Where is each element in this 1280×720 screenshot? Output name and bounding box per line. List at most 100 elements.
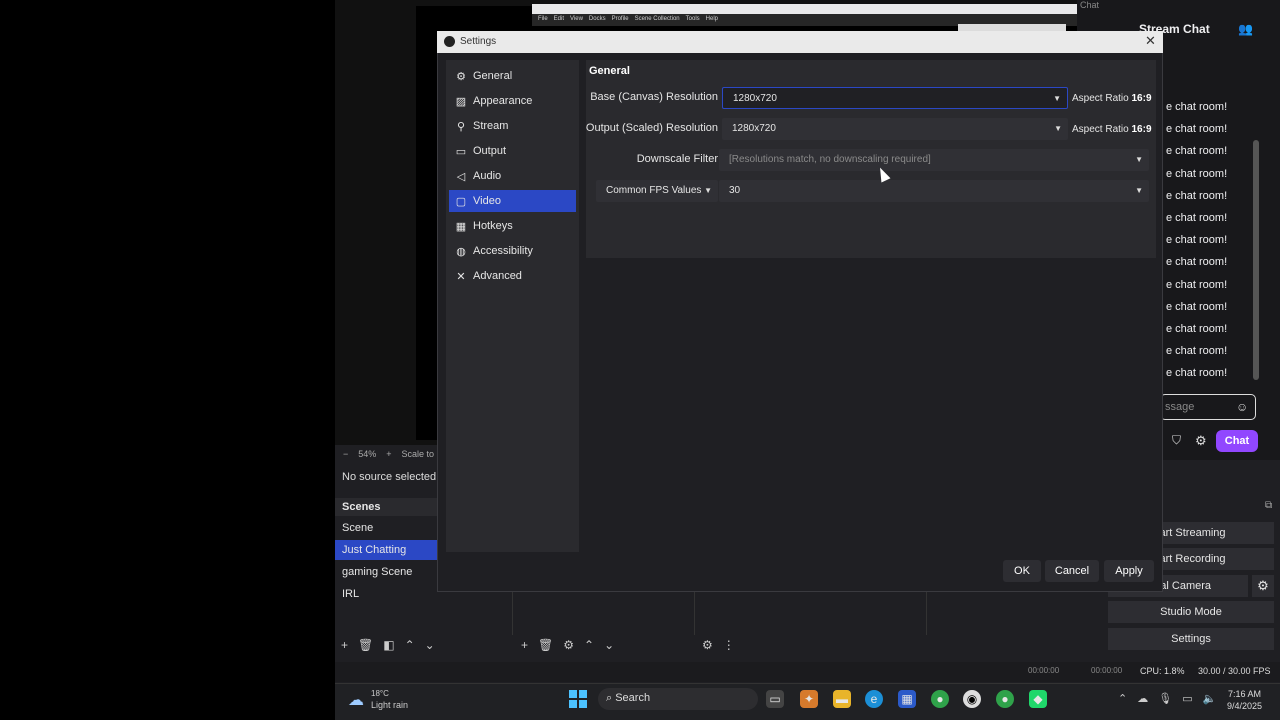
mixer-footer: ⚙ ⋮ (702, 636, 735, 654)
nav-item-audio[interactable]: ◁ Audio (449, 165, 576, 187)
system-tray: ⌃ ☁ 🎙 ▭ 🔈 (1118, 692, 1216, 705)
scene-item[interactable]: gaming Scene (335, 562, 437, 582)
virtual-camera-settings-icon[interactable]: ⚙ (1252, 575, 1274, 597)
chat-message: e chat room! (1166, 367, 1228, 380)
cpu-usage: CPU: 1.8% (1140, 666, 1185, 676)
nav-item-advanced[interactable]: ✕ Advanced (449, 265, 576, 287)
aspect-value: 16:9 (1131, 93, 1152, 104)
output-resolution-combo[interactable]: 1280x720 ▼ (722, 118, 1068, 140)
nested-menu-item: Edit (553, 16, 565, 22)
studio-mode-button[interactable]: Studio Mode (1108, 601, 1274, 623)
downscale-filter-label: Downscale Filter (636, 153, 718, 165)
clock-time[interactable]: 7:16 AM (1228, 689, 1261, 699)
add-icon[interactable]: + (341, 638, 348, 652)
apply-button[interactable]: Apply (1104, 560, 1154, 582)
downscale-filter-value: [Resolutions match, no downscaling requi… (729, 154, 931, 165)
trash-icon[interactable]: 🗑 (358, 638, 373, 652)
chrome-icon[interactable]: ● (931, 690, 949, 708)
status-bar (335, 662, 1280, 682)
chevron-down-icon: ▼ (1054, 124, 1062, 133)
move-up-icon[interactable]: ⌃ (405, 638, 415, 652)
copilot-icon[interactable]: ✦ (800, 690, 818, 708)
aspect-label: Aspect Ratio (1072, 93, 1129, 104)
filter-icon[interactable]: ◧ (383, 638, 394, 652)
settings-title: Settings (460, 36, 497, 47)
nested-menu-item: View (570, 16, 583, 22)
nested-menu-item: Help (705, 16, 718, 22)
obs-icon[interactable]: ◉ (963, 690, 981, 708)
output-aspect-ratio: Aspect Ratio 16:9 (1072, 124, 1152, 135)
move-up-icon[interactable]: ⌃ (584, 638, 594, 652)
settings-button[interactable]: Settings (1108, 628, 1274, 650)
aspect-value: 16:9 (1131, 124, 1152, 135)
nav-label: Hotkeys (473, 220, 513, 232)
monitor-icon: ▭ (455, 145, 467, 158)
nav-label: Advanced (473, 270, 522, 282)
chevron-up-icon[interactable]: ⌃ (1118, 692, 1127, 705)
nested-menu-item: Scene Collection (634, 16, 680, 22)
dock-separator (694, 590, 695, 635)
section-title: General (589, 65, 630, 77)
chrome-icon[interactable]: ● (996, 690, 1014, 708)
ok-button[interactable]: OK (1003, 560, 1041, 582)
store-icon[interactable]: ▦ (898, 690, 916, 708)
clock-date[interactable]: 9/4/2025 (1227, 701, 1262, 711)
undock-icon[interactable]: ⧉ (1265, 500, 1272, 511)
chevron-down-icon: ▼ (1053, 94, 1061, 103)
nav-item-accessibility[interactable]: ◍ Accessibility (449, 240, 576, 262)
fps-value-combo[interactable]: 30 ▼ (719, 180, 1149, 202)
edge-icon[interactable]: e (865, 690, 883, 708)
base-resolution-combo[interactable]: 1280x720 ▼ (722, 87, 1068, 109)
cancel-button[interactable]: Cancel (1045, 560, 1099, 582)
emote-icon[interactable]: ☺ (1236, 400, 1248, 414)
chat-send-button[interactable]: Chat (1216, 430, 1258, 452)
scene-item[interactable]: IRL (335, 584, 437, 604)
settings-titlebar[interactable] (437, 31, 1163, 53)
users-icon[interactable]: 👥 (1238, 22, 1253, 36)
weather-condition[interactable]: Light rain (371, 700, 408, 710)
file-explorer-icon[interactable]: ▬ (833, 690, 851, 708)
base-resolution-value: 1280x720 (733, 93, 777, 104)
network-icon[interactable]: ▭ (1182, 692, 1192, 705)
more-options-icon[interactable]: ⋮ (723, 638, 735, 652)
aspect-label: Aspect Ratio (1072, 124, 1129, 135)
volume-icon[interactable]: 🔈 (1203, 692, 1217, 705)
chat-scrollbar[interactable] (1253, 140, 1259, 380)
close-icon[interactable]: ✕ (1145, 33, 1156, 49)
weather-cloud-icon[interactable]: ☁ (348, 690, 364, 710)
move-down-icon[interactable]: ⌄ (604, 638, 614, 652)
fps-type-combo[interactable]: Common FPS Values ▼ (596, 180, 718, 202)
nav-item-general[interactable]: ⚙ General (449, 65, 576, 87)
nav-label: Output (473, 145, 507, 157)
palette-icon: ▨ (455, 95, 467, 108)
fps-value: 30 (729, 185, 741, 196)
shield-icon[interactable]: ⛉ (1172, 433, 1181, 448)
move-down-icon[interactable]: ⌄ (425, 638, 435, 652)
scenes-header: Scenes (335, 498, 445, 516)
scene-item[interactable]: Scene (335, 518, 437, 538)
mixer-settings-icon[interactable]: ⚙ (702, 638, 713, 652)
add-icon[interactable]: + (521, 638, 528, 652)
task-view-icon[interactable]: ▭ (766, 690, 784, 708)
taskbar-search[interactable]: ⌕ Search (598, 688, 758, 710)
gear-icon[interactable]: ⚙ (1195, 433, 1207, 449)
obs-logo-icon (444, 36, 455, 47)
cloud-icon[interactable]: ☁ (1137, 692, 1148, 705)
scene-item-selected[interactable]: Just Chatting (335, 540, 437, 560)
chat-message: e chat room! (1166, 323, 1228, 335)
chat-message: e chat room! (1166, 256, 1228, 269)
windows-start-icon[interactable] (569, 690, 587, 708)
gear-icon[interactable]: ⚙ (563, 638, 574, 652)
zoom-out-button[interactable]: − (343, 449, 348, 459)
dock-separator (512, 590, 513, 635)
trash-icon[interactable]: 🗑 (538, 638, 553, 652)
nav-item-hotkeys[interactable]: ▦ Hotkeys (449, 215, 576, 237)
microphone-icon[interactable]: 🎙 (1158, 692, 1172, 705)
nav-item-video[interactable]: ▢ Video (449, 190, 576, 212)
chat-tab[interactable]: Chat (1080, 0, 1099, 10)
wrench-icon: ✕ (456, 270, 466, 283)
downscale-filter-combo[interactable]: [Resolutions match, no downscaling requi… (719, 149, 1149, 171)
weather-temperature[interactable]: 18°C (371, 689, 389, 698)
zoom-in-button[interactable]: + (386, 449, 391, 459)
app-icon[interactable]: ◆ (1029, 690, 1047, 708)
